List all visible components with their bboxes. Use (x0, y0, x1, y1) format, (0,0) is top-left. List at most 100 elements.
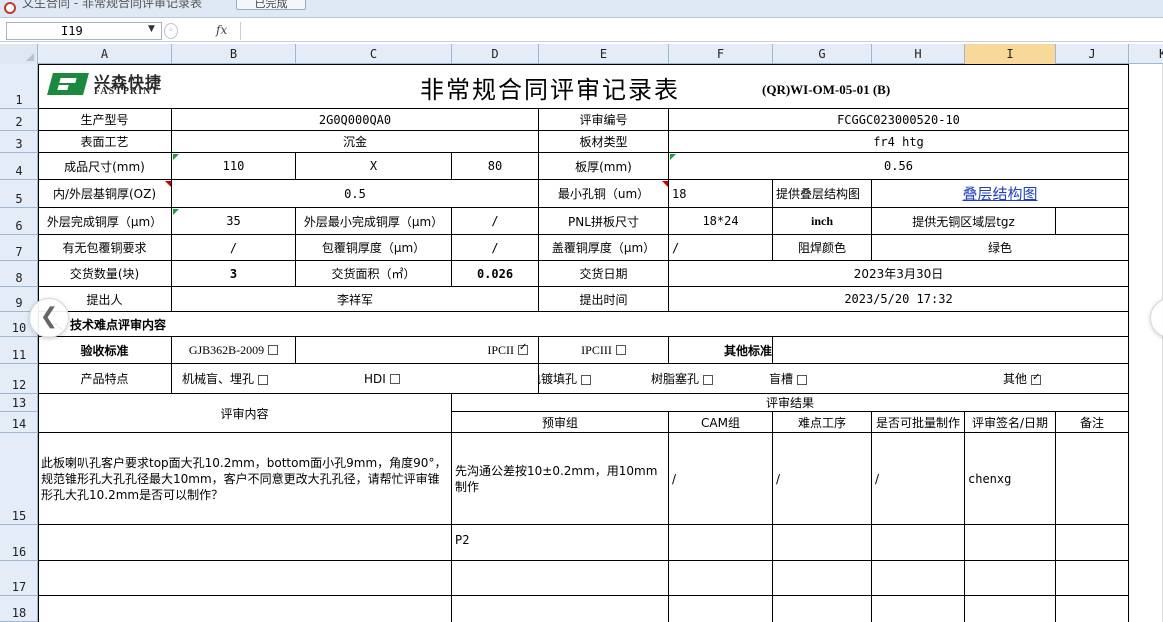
row-header[interactable]: 1 (0, 64, 38, 109)
row-header[interactable]: 11 (0, 337, 38, 364)
row-header[interactable]: 13 (0, 394, 38, 412)
cell-empty[interactable] (965, 596, 1056, 622)
cell-label[interactable]: 盖覆铜厚度（μm） (539, 235, 669, 261)
row-header[interactable]: 12 (0, 364, 38, 394)
cell-value[interactable]: 18*24 (669, 208, 773, 235)
cell-empty[interactable] (1056, 208, 1129, 235)
cell-empty[interactable] (1056, 561, 1129, 596)
review-result-header[interactable]: 评审结果 (452, 394, 1129, 412)
cell-value[interactable]: / (452, 208, 539, 235)
cell-empty[interactable] (669, 525, 773, 561)
row-header[interactable]: 17 (0, 561, 38, 596)
cell-label[interactable]: 最小孔铜（um） (539, 180, 669, 208)
column-label[interactable]: CAM组 (669, 412, 773, 433)
cell-value[interactable]: 0.56 (669, 153, 1129, 180)
checkbox-other[interactable]: 其他 (1003, 370, 1042, 387)
cell-value[interactable]: X (296, 153, 452, 180)
column-label[interactable]: 预审组 (452, 412, 669, 433)
cell-label[interactable]: 外层最小完成铜厚（μm） (296, 208, 452, 235)
cell-value[interactable]: 3 (172, 261, 296, 287)
column-header-a[interactable]: A (38, 44, 172, 64)
mass-production[interactable]: / (872, 433, 965, 525)
checkbox-gjb[interactable]: GJB362B-2009 (172, 337, 296, 364)
column-header-b[interactable]: B (172, 44, 296, 64)
cell-empty[interactable] (773, 525, 872, 561)
pre-review-note[interactable]: P2 (452, 525, 669, 561)
ok-button[interactable]: 已完成 (236, 0, 306, 10)
product-features-row-2[interactable]: 电镀填孔 树脂塞孔 盲槽 其他 (539, 364, 1129, 394)
review-request-text[interactable]: 此板喇叭孔客户要求top面大孔10.2mm，bottom面小孔9mm，角度90°… (38, 433, 452, 525)
checkbox-icon[interactable] (389, 374, 400, 384)
cell-label[interactable]: 包覆铜厚度（μm） (296, 235, 452, 261)
spreadsheet-grid[interactable]: 兴森快捷 FASTPRINT 非常规合同评审记录表 (QR)WI-OM-05-0… (38, 64, 1163, 622)
difficult-process[interactable]: / (773, 433, 872, 525)
cell-empty[interactable] (773, 596, 872, 622)
cell-empty[interactable] (965, 525, 1056, 561)
column-label[interactable]: 备注 (1056, 412, 1129, 433)
cell-empty[interactable] (669, 561, 773, 596)
formula-input[interactable] (240, 22, 1163, 40)
cell-empty[interactable] (773, 337, 1129, 364)
cam-response[interactable]: / (669, 433, 773, 525)
cell-value[interactable]: 80 (452, 153, 539, 180)
cell-label[interactable]: 表面工艺 (38, 131, 172, 153)
column-label[interactable]: 是否可批量制作 (872, 412, 965, 433)
cell-value[interactable]: fr4 htg (669, 131, 1129, 153)
cell-empty[interactable] (38, 525, 452, 561)
row-header[interactable]: 6 (0, 208, 38, 235)
column-header-c[interactable]: C (296, 44, 452, 64)
cell-label[interactable]: 提出时间 (539, 287, 669, 312)
cell-label[interactable]: 提供叠层结构图 (773, 180, 872, 208)
cell-value[interactable]: 2023年3月30日 (669, 261, 1129, 287)
row-header[interactable]: 2 (0, 109, 38, 131)
cell-label[interactable]: 外层完成铜厚（μm） (38, 208, 172, 235)
section-heading[interactable]: 一、技术难点评审内容 (38, 312, 1129, 337)
cell-empty[interactable] (1056, 596, 1129, 622)
cell-empty[interactable] (872, 561, 965, 596)
cell-empty[interactable] (38, 596, 452, 622)
column-header-g[interactable]: G (773, 44, 872, 64)
cell-label[interactable]: 板材类型 (539, 131, 669, 153)
checkbox-icon[interactable] (615, 345, 626, 355)
checkbox-checked-icon[interactable] (1031, 372, 1042, 385)
cell-label[interactable]: 交货日期 (539, 261, 669, 287)
column-header-j[interactable]: J (1056, 44, 1129, 64)
cell-empty[interactable] (452, 561, 669, 596)
cell-value[interactable]: FCGGC023000520-10 (669, 109, 1129, 131)
cell-label[interactable]: 其他标准 (669, 337, 773, 364)
cell-empty[interactable] (965, 561, 1056, 596)
cell-value[interactable]: / (172, 235, 296, 261)
column-header-d[interactable]: D (452, 44, 539, 64)
cell-label[interactable]: 提供无铜区域层tgz (872, 208, 1056, 235)
cell-value[interactable]: 李祥军 (172, 287, 539, 312)
cell-label[interactable]: 评审编号 (539, 109, 669, 131)
checkbox-icon[interactable] (703, 374, 714, 385)
cell-empty[interactable] (1056, 525, 1129, 561)
cell-value[interactable]: 35 (172, 208, 296, 235)
row-header[interactable]: 14 (0, 412, 38, 433)
row-header[interactable]: 5 (0, 180, 38, 208)
remarks-cell[interactable] (1056, 433, 1129, 525)
column-header-k[interactable]: K (1129, 44, 1163, 64)
pre-review-response[interactable]: 先沟通公差按10±0.2mm，用10mm制作 (452, 433, 669, 525)
cell-label[interactable]: 阻焊颜色 (773, 235, 872, 261)
checkbox-ipc2[interactable]: IPCII (296, 337, 539, 364)
review-content-header[interactable]: 评审内容 (38, 394, 452, 433)
checkbox-ipc3[interactable]: IPCIII (539, 337, 669, 364)
cell-value[interactable]: 18 (669, 180, 773, 208)
cell-label[interactable]: 有无包覆铜要求 (38, 235, 172, 261)
checkbox-icon[interactable] (797, 374, 808, 385)
column-header-e[interactable]: E (539, 44, 669, 64)
checkbox-icon[interactable] (581, 374, 592, 385)
cell-value[interactable]: / (452, 235, 539, 261)
checkbox-blind-slot[interactable]: 盲槽 (769, 370, 808, 387)
cell-value[interactable]: 沉金 (172, 131, 539, 153)
row-header[interactable]: 15 (0, 433, 38, 525)
cell-value[interactable]: 0.5 (172, 180, 539, 208)
reviewer-signature[interactable]: chenxg (965, 433, 1056, 525)
cell-label[interactable]: 交货面积（㎡） (296, 261, 452, 287)
checkbox-icon[interactable] (258, 374, 269, 385)
cell-label[interactable]: 验收标准 (38, 337, 172, 364)
cell-empty[interactable] (872, 596, 965, 622)
cell-label[interactable]: 产品特点 (38, 364, 172, 394)
